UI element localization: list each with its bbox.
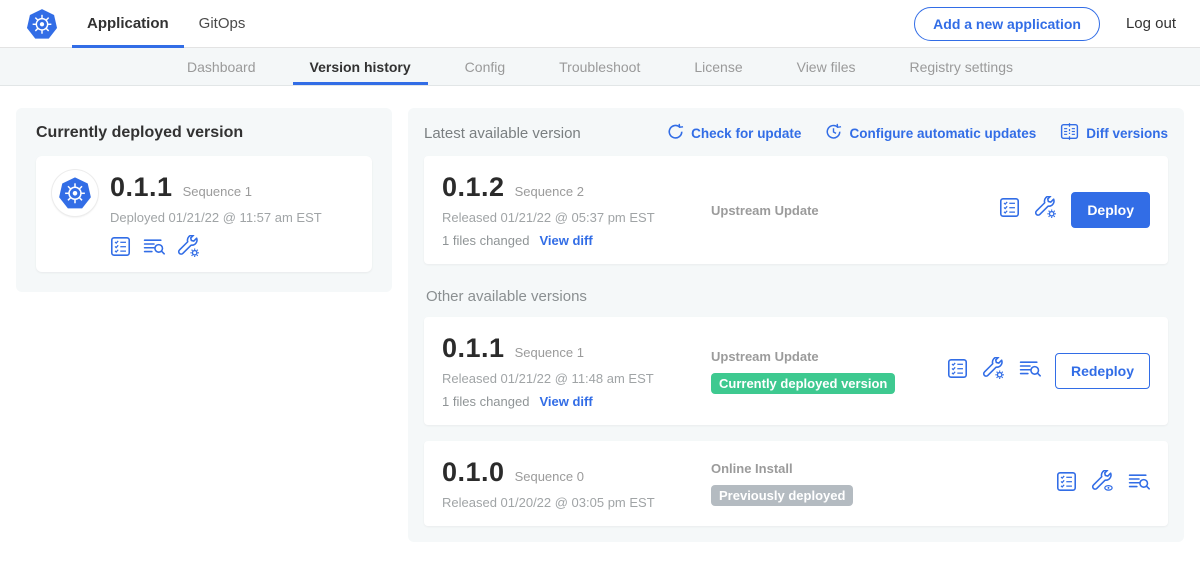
- other-available-title: Other available versions: [426, 288, 1168, 305]
- logs-icon[interactable]: [1019, 358, 1041, 384]
- version-source-label: Upstream Update: [711, 203, 985, 218]
- tab-application[interactable]: Application: [72, 0, 184, 47]
- refresh-icon: [667, 123, 684, 143]
- released-timestamp: Released 01/21/22 @ 11:48 am EST: [442, 371, 697, 386]
- top-header: Application GitOps Add a new application…: [0, 0, 1200, 48]
- deploy-button[interactable]: Deploy: [1071, 192, 1150, 228]
- schedule-icon: [825, 123, 842, 143]
- release-notes-icon[interactable]: [1056, 471, 1077, 497]
- add-application-button[interactable]: Add a new application: [914, 7, 1100, 41]
- currently-deployed-panel: Currently deployed version 0.1.1 Sequenc…: [16, 108, 392, 292]
- edit-config-icon[interactable]: [982, 357, 1005, 385]
- previously-deployed-badge: Previously deployed: [711, 485, 853, 506]
- check-for-update-label: Check for update: [691, 126, 801, 141]
- deployed-version-number: 0.1.1: [110, 172, 173, 203]
- sequence-label: Sequence 1: [515, 345, 584, 360]
- subnav-config[interactable]: Config: [438, 48, 532, 85]
- diff-icon: [1060, 122, 1079, 144]
- release-notes-icon[interactable]: [947, 358, 968, 384]
- subnav-version-history[interactable]: Version history: [283, 48, 438, 85]
- version-number: 0.1.2: [442, 172, 505, 203]
- version-source-label: Online Install: [711, 461, 1042, 476]
- view-diff-link[interactable]: View diff: [539, 233, 592, 248]
- deployed-timestamp: Deployed 01/21/22 @ 11:57 am EST: [110, 210, 322, 225]
- kubernetes-logo-icon: [24, 0, 60, 47]
- configure-automatic-updates-label: Configure automatic updates: [849, 126, 1036, 141]
- version-card-0-1-1: 0.1.1 Sequence 1 Released 01/21/22 @ 11:…: [424, 317, 1168, 425]
- version-card-0-1-0: 0.1.0 Sequence 0 Released 01/20/22 @ 03:…: [424, 441, 1168, 526]
- check-for-update-link[interactable]: Check for update: [667, 123, 801, 143]
- deployed-sequence-label: Sequence 1: [183, 184, 252, 199]
- subnav-license[interactable]: License: [667, 48, 769, 85]
- subnav-registry-settings[interactable]: Registry settings: [883, 48, 1040, 85]
- version-number: 0.1.0: [442, 457, 505, 488]
- app-kubernetes-icon: [52, 170, 98, 216]
- subnav-view-files[interactable]: View files: [770, 48, 883, 85]
- currently-deployed-badge: Currently deployed version: [711, 373, 895, 394]
- latest-available-title: Latest available version: [424, 125, 581, 142]
- edit-config-icon[interactable]: [1034, 196, 1057, 224]
- view-diff-link[interactable]: View diff: [539, 394, 592, 409]
- subnav-troubleshoot[interactable]: Troubleshoot: [532, 48, 667, 85]
- release-notes-icon[interactable]: [999, 197, 1020, 223]
- version-source-label: Upstream Update: [711, 349, 933, 364]
- logout-link[interactable]: Log out: [1126, 15, 1176, 32]
- logs-icon[interactable]: [143, 236, 165, 257]
- redeploy-button[interactable]: Redeploy: [1055, 353, 1150, 389]
- view-config-icon[interactable]: [1091, 470, 1114, 498]
- sequence-label: Sequence 2: [515, 184, 584, 199]
- logs-icon[interactable]: [1128, 471, 1150, 497]
- files-changed-label: 1 files changed: [442, 394, 529, 409]
- edit-config-icon[interactable]: [177, 235, 200, 258]
- diff-versions-label: Diff versions: [1086, 126, 1168, 141]
- release-notes-icon[interactable]: [110, 236, 131, 257]
- configure-automatic-updates-link[interactable]: Configure automatic updates: [825, 123, 1036, 143]
- tab-application-label: Application: [87, 15, 169, 32]
- top-nav: Application GitOps: [72, 0, 260, 47]
- files-changed-label: 1 files changed: [442, 233, 529, 248]
- version-number: 0.1.1: [442, 333, 505, 364]
- released-timestamp: Released 01/20/22 @ 03:05 pm EST: [442, 495, 697, 510]
- tab-gitops-label: GitOps: [199, 15, 246, 32]
- version-card-0-1-2: 0.1.2 Sequence 2 Released 01/21/22 @ 05:…: [424, 156, 1168, 264]
- available-versions-panel: Latest available version Check for updat…: [408, 108, 1184, 542]
- diff-versions-link[interactable]: Diff versions: [1060, 122, 1168, 144]
- sequence-label: Sequence 0: [515, 469, 584, 484]
- tab-gitops[interactable]: GitOps: [184, 0, 261, 47]
- currently-deployed-card: 0.1.1 Sequence 1 Deployed 01/21/22 @ 11:…: [36, 156, 372, 272]
- released-timestamp: Released 01/21/22 @ 05:37 pm EST: [442, 210, 697, 225]
- app-subnav: Dashboard Version history Config Trouble…: [0, 48, 1200, 86]
- subnav-dashboard[interactable]: Dashboard: [160, 48, 283, 85]
- currently-deployed-title: Currently deployed version: [36, 124, 372, 142]
